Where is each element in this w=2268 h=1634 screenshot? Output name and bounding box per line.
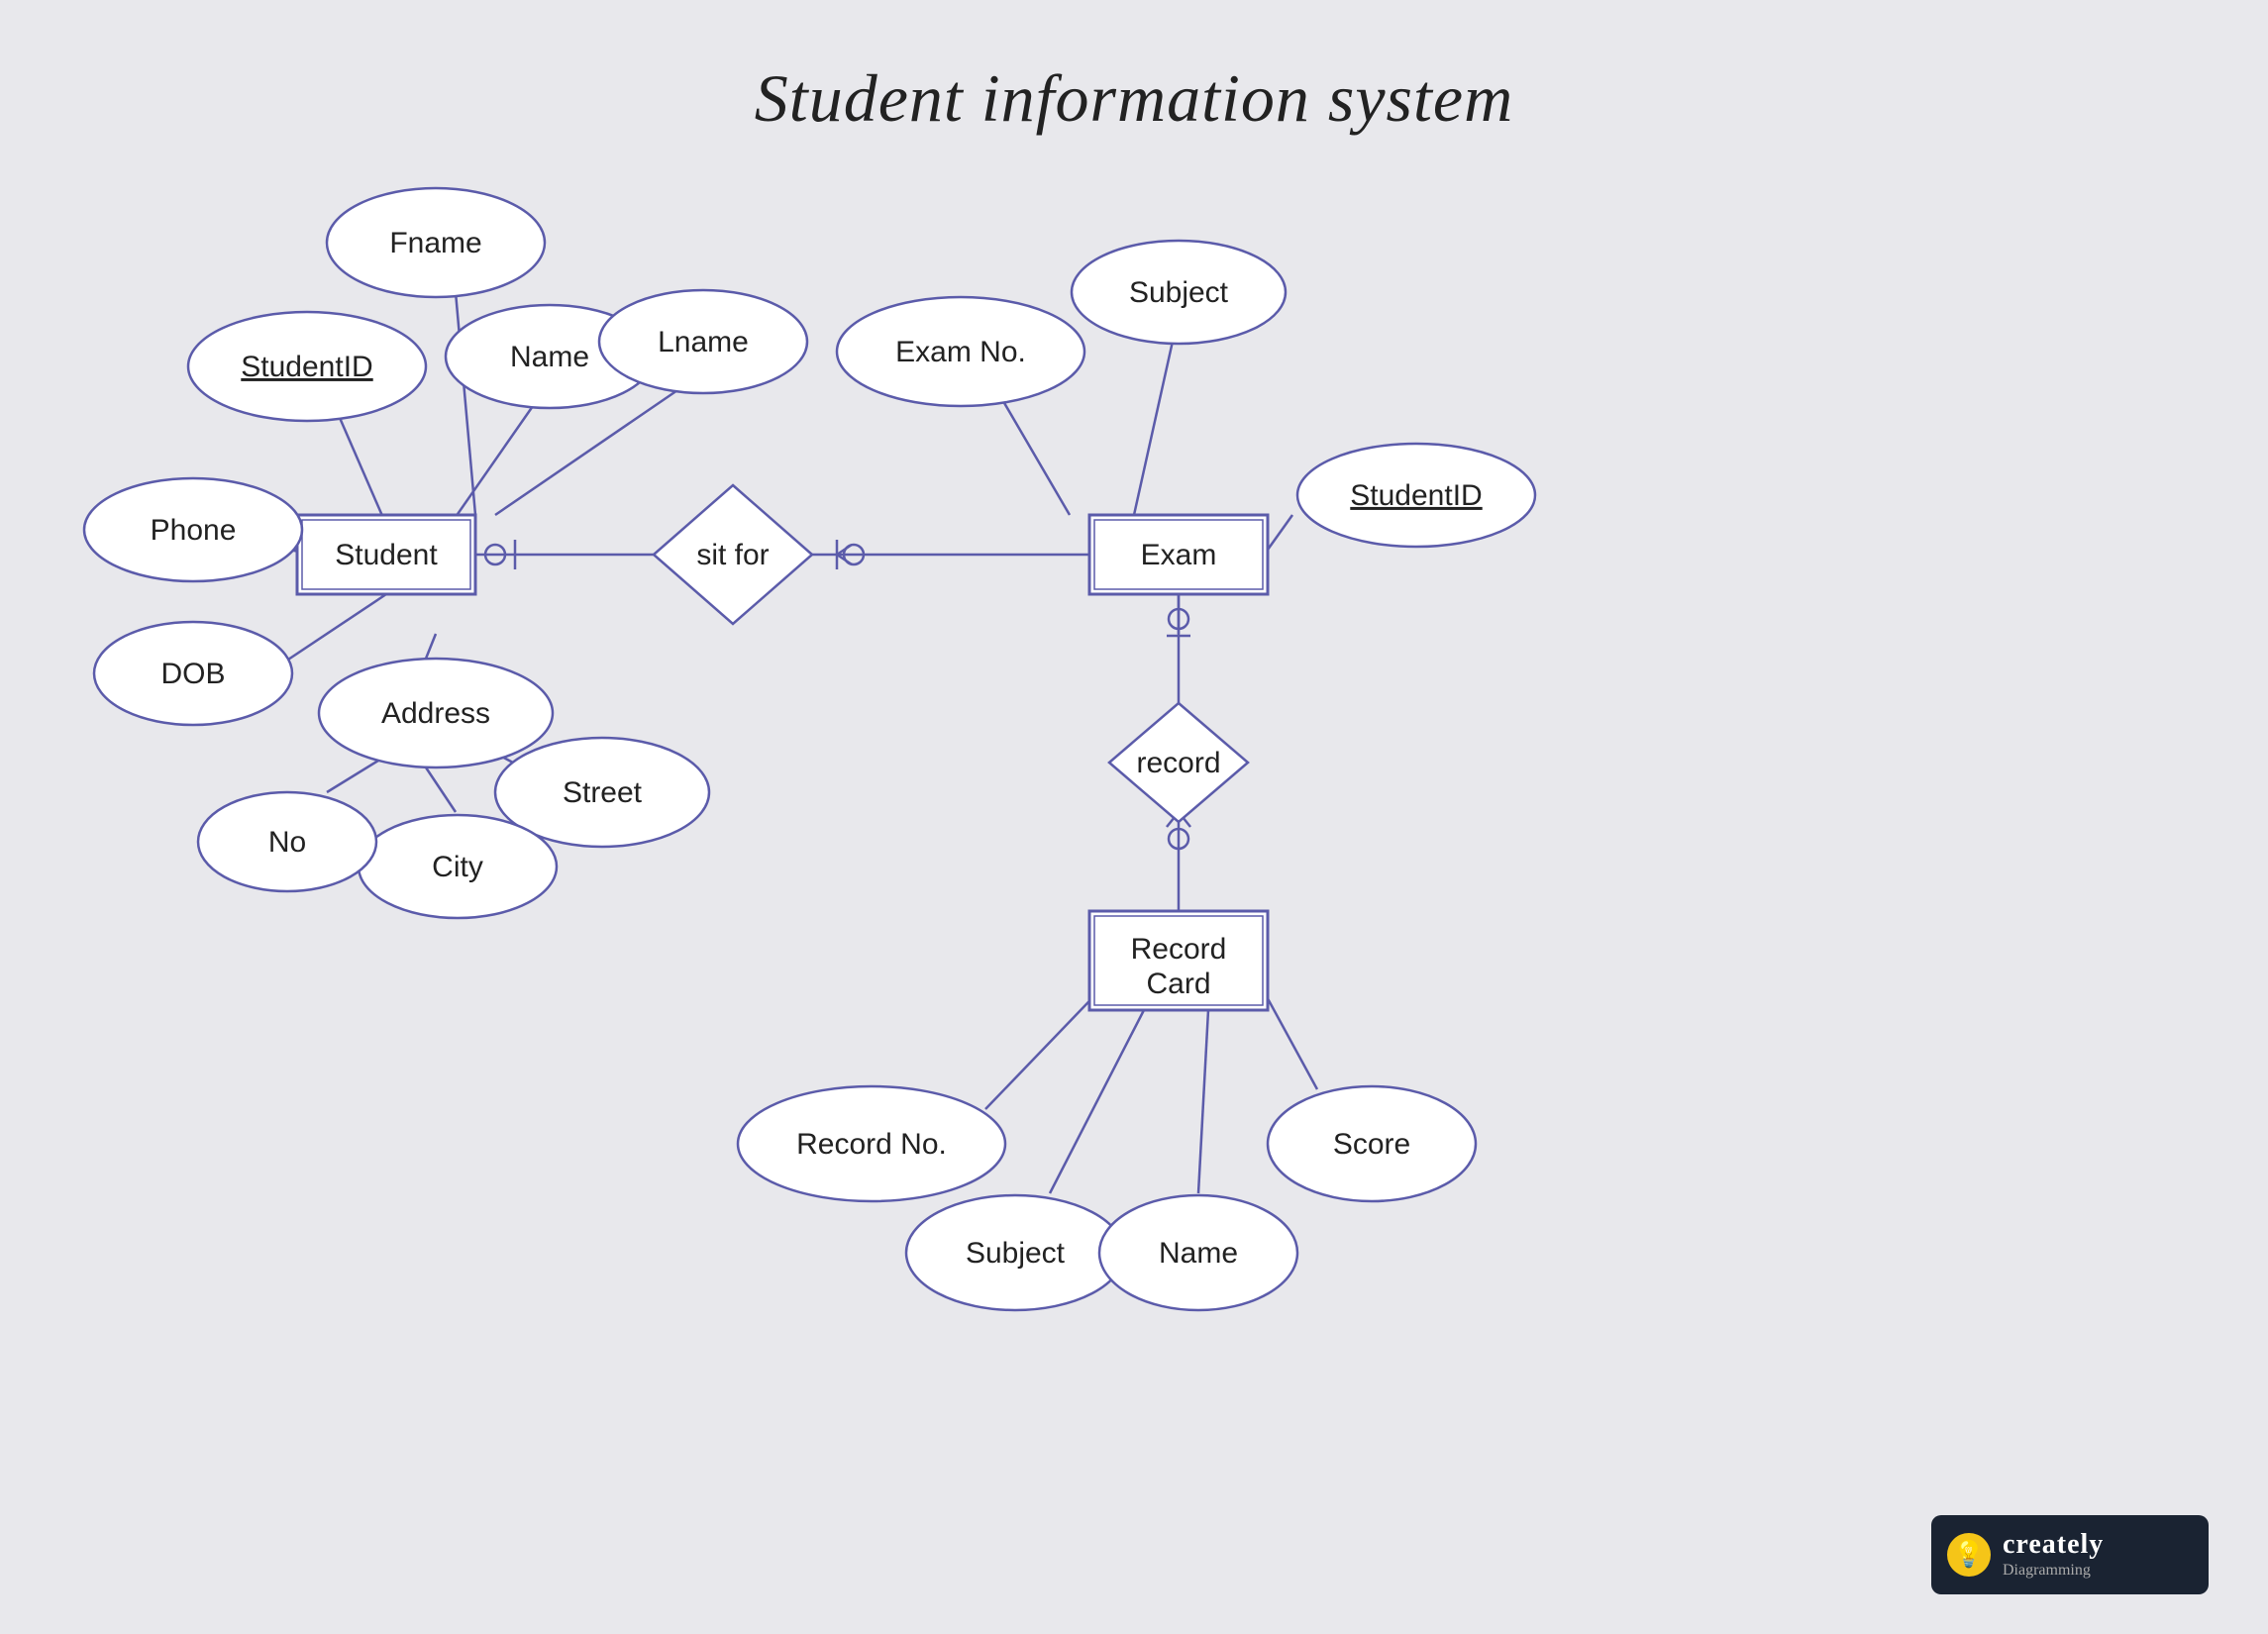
score-label: Score bbox=[1333, 1128, 1410, 1161]
student-id2-label: StudentID bbox=[1350, 479, 1482, 512]
diagram-container: Student information system bbox=[0, 0, 2268, 1634]
subject-rc-label: Subject bbox=[966, 1237, 1066, 1270]
er-diagram: Student Exam Record Card sit for record … bbox=[0, 0, 2268, 1634]
creately-subtitle: Diagramming bbox=[2003, 1562, 2104, 1580]
creately-logo-icon: 💡 bbox=[1947, 1533, 1991, 1577]
no-label: No bbox=[268, 826, 306, 859]
student-label: Student bbox=[335, 539, 438, 571]
phone-label: Phone bbox=[151, 514, 237, 547]
name-label: Name bbox=[510, 341, 589, 373]
record-card-label1: Record bbox=[1131, 933, 1227, 966]
exam-label: Exam bbox=[1141, 539, 1217, 571]
address-label: Address bbox=[381, 697, 490, 730]
fname-label: Fname bbox=[389, 227, 481, 259]
exam-no-label: Exam No. bbox=[895, 336, 1026, 368]
creately-badge: 💡 creately Diagramming bbox=[1931, 1515, 2209, 1594]
record-card-label2: Card bbox=[1146, 968, 1210, 1000]
creately-name: creately bbox=[2003, 1531, 2104, 1559]
creately-brand-text: creately Diagramming bbox=[2003, 1531, 2104, 1580]
sit-for-label: sit for bbox=[696, 539, 769, 571]
street-label: Street bbox=[563, 776, 643, 809]
name-rc-label: Name bbox=[1159, 1237, 1238, 1270]
dob-label: DOB bbox=[160, 658, 225, 690]
record-label: record bbox=[1136, 747, 1220, 779]
lname-label: Lname bbox=[658, 326, 749, 358]
city-label: City bbox=[432, 851, 483, 883]
student-id-label: StudentID bbox=[241, 351, 372, 383]
subject-exam-label: Subject bbox=[1129, 276, 1229, 309]
record-no-label: Record No. bbox=[796, 1128, 947, 1161]
